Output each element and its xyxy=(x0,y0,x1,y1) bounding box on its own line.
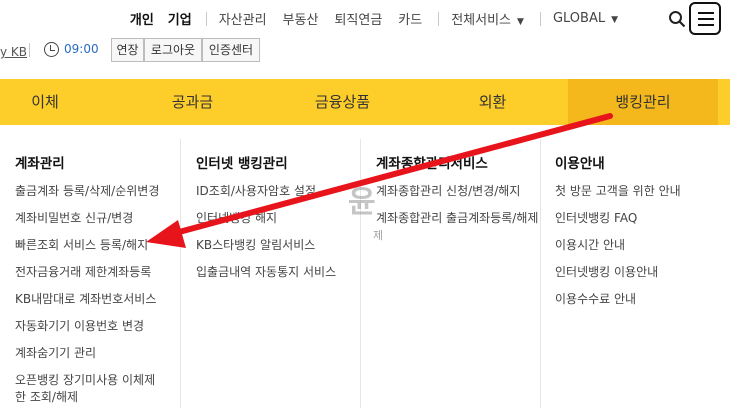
list-item[interactable]: 이용수수료 안내 xyxy=(555,291,681,318)
column-usage-guide: 이용안내 첫 방문 고객을 위한 안내 인터넷뱅킹 FAQ 이용시간 안내 인터… xyxy=(555,125,720,408)
menu-utility-bills[interactable]: 공과금 xyxy=(120,79,265,125)
nav-pension-link[interactable]: 퇴직연금 xyxy=(334,9,382,28)
clock-icon xyxy=(44,42,59,57)
list-item[interactable]: KB내맘대로 계좌번호서비스 xyxy=(15,291,165,318)
list-item[interactable]: 입출금내역 자동통지 서비스 xyxy=(196,264,336,291)
list-item[interactable]: 계좌종합관리 출금계좌등록/해제 xyxy=(376,210,538,237)
top-nav: 개인 기업 자산관리 부동산 퇴직연금 카드 전체서비스 ▼ GLOBAL ▼ xyxy=(130,9,634,28)
list-item[interactable]: 인터넷뱅킹 이용안내 xyxy=(555,264,681,291)
main-menu-bar: 이체 공과금 금융상품 외환 뱅킹관리 xyxy=(0,79,730,125)
column-title: 계좌관리 xyxy=(15,156,65,172)
column-title: 계좌종합관리서비스 xyxy=(376,156,488,172)
nav-divider xyxy=(539,11,541,26)
menu-line xyxy=(698,12,714,14)
all-services-label: 전체서비스 xyxy=(451,13,512,28)
column-account-management: 계좌관리 출금계좌 등록/삭제/순위변경 계좌비밀번호 신규/변경 빠른조회 서… xyxy=(15,125,180,408)
global-dropdown[interactable]: GLOBAL ▼ xyxy=(553,11,618,26)
list-item[interactable]: ID조회/사용자암호 설정 xyxy=(196,183,336,210)
column-list: 계좌종합관리 신청/변경/해지 계좌종합관리 출금계좌등록/해제 xyxy=(376,183,538,237)
menu-line xyxy=(698,18,714,20)
list-item[interactable]: 계좌종합관리 신청/변경/해지 xyxy=(376,183,538,210)
chevron-down-icon: ▼ xyxy=(517,17,524,27)
logout-button[interactable]: 로그아웃 xyxy=(144,38,202,62)
list-item[interactable]: 자동화기기 이용번호 변경 xyxy=(15,318,165,345)
list-item[interactable]: 인터넷뱅킹 FAQ xyxy=(555,210,681,237)
nav-asset-link[interactable]: 자산관리 xyxy=(219,9,267,28)
hamburger-menu-button[interactable] xyxy=(689,2,721,35)
nav-personal-link[interactable]: 개인 xyxy=(130,9,154,28)
session-divider xyxy=(29,43,30,57)
kb-link[interactable]: y KB xyxy=(0,45,27,59)
list-item[interactable]: 인터넷뱅킹 해지 xyxy=(196,210,336,237)
column-title: 이용안내 xyxy=(555,156,605,172)
column-list: ID조회/사용자암호 설정 인터넷뱅킹 해지 KB스타뱅킹 알림서비스 입출금내… xyxy=(196,183,336,291)
watermark: 윤 xyxy=(348,185,376,220)
column-account-integrated: 계좌종합관리서비스 계좌종합관리 신청/변경/해지 계좌종합관리 출금계좌등록/… xyxy=(376,125,541,408)
search-icon[interactable] xyxy=(668,10,686,28)
nav-business-link[interactable]: 기업 xyxy=(168,9,192,28)
column-list: 출금계좌 등록/삭제/순위변경 계좌비밀번호 신규/변경 빠른조회 서비스 등록… xyxy=(15,183,165,408)
extend-button[interactable]: 연장 xyxy=(111,38,144,62)
nav-card-link[interactable]: 카드 xyxy=(398,9,422,28)
chevron-down-icon: ▼ xyxy=(611,15,618,25)
list-item[interactable]: 출금계좌 등록/삭제/순위변경 xyxy=(15,183,165,210)
top-utility-bar: 개인 기업 자산관리 부동산 퇴직연금 카드 전체서비스 ▼ GLOBAL ▼ xyxy=(0,0,730,38)
menu-transfer[interactable]: 이체 xyxy=(0,79,90,125)
nav-realestate-link[interactable]: 부동산 xyxy=(283,9,319,28)
menu-banking-management[interactable]: 뱅킹관리 xyxy=(568,79,718,125)
column-list: 첫 방문 고객을 위한 안내 인터넷뱅킹 FAQ 이용시간 안내 인터넷뱅킹 이… xyxy=(555,183,681,318)
column-divider xyxy=(540,139,541,408)
column-title: 인터넷 뱅킹관리 xyxy=(196,156,288,172)
cert-center-button[interactable]: 인증센터 xyxy=(202,38,260,62)
list-item[interactable]: 계좌비밀번호 신규/변경 xyxy=(15,210,165,237)
menu-foreign-exchange[interactable]: 외환 xyxy=(420,79,565,125)
list-item[interactable]: 오픈뱅킹 장기미사용 이체제한 조회/해제 xyxy=(15,372,165,408)
list-item[interactable]: 첫 방문 고객을 위한 안내 xyxy=(555,183,681,210)
all-services-dropdown[interactable]: 전체서비스 ▼ xyxy=(451,9,524,28)
list-item[interactable]: 이용시간 안내 xyxy=(555,237,681,264)
nav-divider xyxy=(438,11,440,26)
column-internet-banking: 인터넷 뱅킹관리 ID조회/사용자암호 설정 인터넷뱅킹 해지 KB스타뱅킹 알… xyxy=(196,125,356,408)
session-bar: y KB 09:00 연장 로그아웃 인증센터 xyxy=(0,38,730,64)
menu-financial-products[interactable]: 금융상품 xyxy=(270,79,415,125)
menu-line xyxy=(698,24,714,26)
list-item[interactable]: 빠른조회 서비스 등록/해지 xyxy=(15,237,165,264)
watermark-sub: 제 xyxy=(373,229,384,242)
list-item[interactable]: 전자금융거래 제한계좌등록 xyxy=(15,264,165,291)
mega-dropdown: 계좌관리 출금계좌 등록/삭제/순위변경 계좌비밀번호 신규/변경 빠른조회 서… xyxy=(0,125,730,408)
column-divider xyxy=(180,139,181,408)
nav-divider xyxy=(205,11,207,26)
list-item[interactable]: 계좌숨기기 관리 xyxy=(15,345,165,372)
list-item[interactable]: KB스타뱅킹 알림서비스 xyxy=(196,237,336,264)
session-timer: 09:00 xyxy=(64,42,99,56)
global-label: GLOBAL xyxy=(552,11,606,26)
